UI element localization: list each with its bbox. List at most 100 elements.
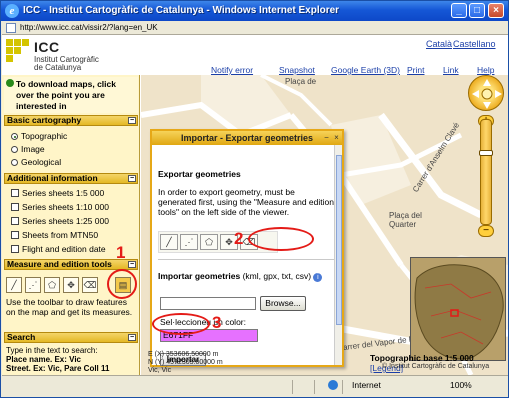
check-series-25000[interactable]: Series sheets 1:25 000 <box>11 216 109 226</box>
dialog-scroll-thumb[interactable] <box>336 155 342 325</box>
overview-map[interactable] <box>410 257 506 361</box>
search-help-2: Place name. Ex: Vic <box>6 355 82 364</box>
icc-logo-icon <box>6 39 30 63</box>
checkbox-label: Flight and edition date <box>22 244 106 254</box>
pan-control[interactable] <box>468 75 504 111</box>
logo-name: ICC <box>34 39 60 55</box>
draw-line-icon[interactable]: ╱ <box>6 277 22 293</box>
draw-line-icon[interactable]: ╱ <box>160 234 178 250</box>
snapshot-link[interactable]: Snapshot <box>279 65 315 75</box>
zoom-slider[interactable] <box>479 119 493 225</box>
radio-label: Geological <box>21 157 62 167</box>
browse-button[interactable]: Browse... <box>260 296 306 311</box>
check-series-5000[interactable]: Series sheets 1:5 000 <box>11 188 104 198</box>
section-additional-information[interactable]: Additional information − <box>4 173 138 184</box>
check-series-10000[interactable]: Series sheets 1:10 000 <box>11 202 109 212</box>
link-link[interactable]: Link <box>443 65 459 75</box>
file-path-input[interactable] <box>160 297 256 310</box>
dialog-separator <box>158 259 334 260</box>
checkbox-label: Series sheets 1:10 000 <box>22 202 109 212</box>
radio-icon[interactable] <box>11 146 18 153</box>
import-heading: Importar geometries (kml, gpx, txt, csv)… <box>158 271 323 282</box>
draw-polygon-icon[interactable]: ⬠ <box>44 277 60 293</box>
lang-catala-link[interactable]: Català <box>426 39 452 49</box>
radio-icon[interactable] <box>11 159 18 166</box>
minimize-button[interactable]: _ <box>451 3 467 18</box>
search-help-1: Type in the text to search: <box>6 346 98 355</box>
section-search[interactable]: Search − <box>4 332 138 343</box>
page-icon <box>6 23 16 33</box>
collapse-icon[interactable]: − <box>128 117 136 124</box>
section-title: Measure and edition tools <box>7 259 112 269</box>
radio-topographic[interactable]: Topographic <box>11 131 67 141</box>
section-basic-cartography[interactable]: Basic cartography − <box>4 115 138 126</box>
draw-path-icon[interactable]: ⋰ <box>25 277 41 293</box>
ie-icon: e <box>5 4 19 18</box>
coord-y: N (Y) 4572305.00000 m <box>148 359 223 366</box>
coordinates-readout: E (X) 353606.50000 m N (Y) 4572305.00000… <box>148 351 223 375</box>
maximize-button[interactable]: □ <box>469 3 485 18</box>
radio-icon[interactable] <box>11 133 18 140</box>
address-url[interactable]: http://www.icc.cat/vissir2/?lang=en_UK <box>20 23 158 32</box>
copyright-text: © Institut Cartogràfic de Catalunya <box>382 363 490 370</box>
export-title: Exportar geometries <box>158 169 241 179</box>
section-title: Additional information <box>7 173 98 183</box>
checkbox-icon[interactable] <box>11 231 19 239</box>
dialog-scrollbar[interactable] <box>334 145 342 365</box>
dialog-close-icon[interactable]: × <box>332 133 341 142</box>
notify-error-link[interactable]: Notify error <box>211 65 253 75</box>
eraser-icon[interactable]: ⌫ <box>82 277 98 293</box>
pan-arrows-icon[interactable] <box>469 76 505 112</box>
map-label: Plaça del <box>389 211 422 220</box>
checkbox-icon[interactable] <box>11 189 19 197</box>
close-button[interactable]: × <box>488 3 504 18</box>
section-title: Basic cartography <box>7 115 82 125</box>
collapse-icon[interactable]: − <box>128 175 136 182</box>
zoom-handle[interactable] <box>479 150 493 156</box>
import-title: Importar geometries <box>158 271 241 281</box>
checkbox-icon[interactable] <box>11 245 19 253</box>
logo-subtitle-2: de Catalunya <box>34 63 82 72</box>
dialog-title[interactable]: Importar - Exportar geometries <box>152 131 342 145</box>
radio-geological[interactable]: Geological <box>11 157 61 167</box>
collapse-icon[interactable]: − <box>128 261 136 268</box>
check-mtn50[interactable]: Sheets from MTN50 <box>11 230 98 240</box>
window-title: ICC - Institut Cartogràfic de Catalunya … <box>23 5 340 16</box>
checkbox-label: Sheets from MTN50 <box>22 230 99 240</box>
zoom-out-icon[interactable]: − <box>478 225 494 237</box>
download-hint: To download maps, click over the point y… <box>4 77 138 113</box>
print-link[interactable]: Print <box>407 65 424 75</box>
checkbox-icon[interactable] <box>11 217 19 225</box>
scale-text: Topographic base 1:5 000 <box>370 353 474 363</box>
zoom-level[interactable]: 100% <box>450 380 472 390</box>
draw-path-icon[interactable]: ⋰ <box>180 234 198 250</box>
page-content: ICC Institut Cartogràfic de Catalunya Ca… <box>2 35 508 375</box>
info-icon[interactable]: i <box>313 273 323 282</box>
radio-label: Topographic <box>21 131 68 141</box>
search-help-3: Street. Ex: Vic, Pare Coll 11 <box>6 364 110 373</box>
import-formats: (kml, gpx, txt, csv) <box>242 271 312 281</box>
map-label: Plaça de <box>285 77 317 86</box>
coord-place: Vic, Vic <box>148 367 172 374</box>
map-label: Quarter <box>389 220 417 229</box>
google-earth-link[interactable]: Google Earth (3D) <box>331 65 400 75</box>
browser-window: e ICC - Institut Cartogràfic de Cataluny… <box>0 0 509 398</box>
annotation-3: 3 <box>212 313 222 332</box>
download-text: To download maps, click over the point y… <box>16 79 116 111</box>
address-bar[interactable]: http://www.icc.cat/vissir2/?lang=en_UK <box>2 21 508 35</box>
checkbox-icon[interactable] <box>11 203 19 211</box>
move-icon[interactable]: ✥ <box>63 277 79 293</box>
sidebar: To download maps, click over the point y… <box>2 75 140 375</box>
checkbox-label: Series sheets 1:25 000 <box>22 216 109 226</box>
dialog-minimize-icon[interactable]: − <box>322 133 331 142</box>
check-flight-date[interactable]: Flight and edition date <box>11 244 106 254</box>
help-link[interactable]: Help <box>477 65 494 75</box>
draw-polygon-icon[interactable]: ⬠ <box>200 234 218 250</box>
lang-castellano-link[interactable]: Castellano <box>453 39 496 49</box>
annotation-2: 2 <box>234 229 244 248</box>
status-separator <box>314 380 315 394</box>
zone-label: Internet <box>352 380 381 390</box>
radio-image[interactable]: Image <box>11 144 45 154</box>
measure-help-text: Use the toolbar to draw features on the … <box>6 297 133 317</box>
collapse-icon[interactable]: − <box>128 334 136 341</box>
